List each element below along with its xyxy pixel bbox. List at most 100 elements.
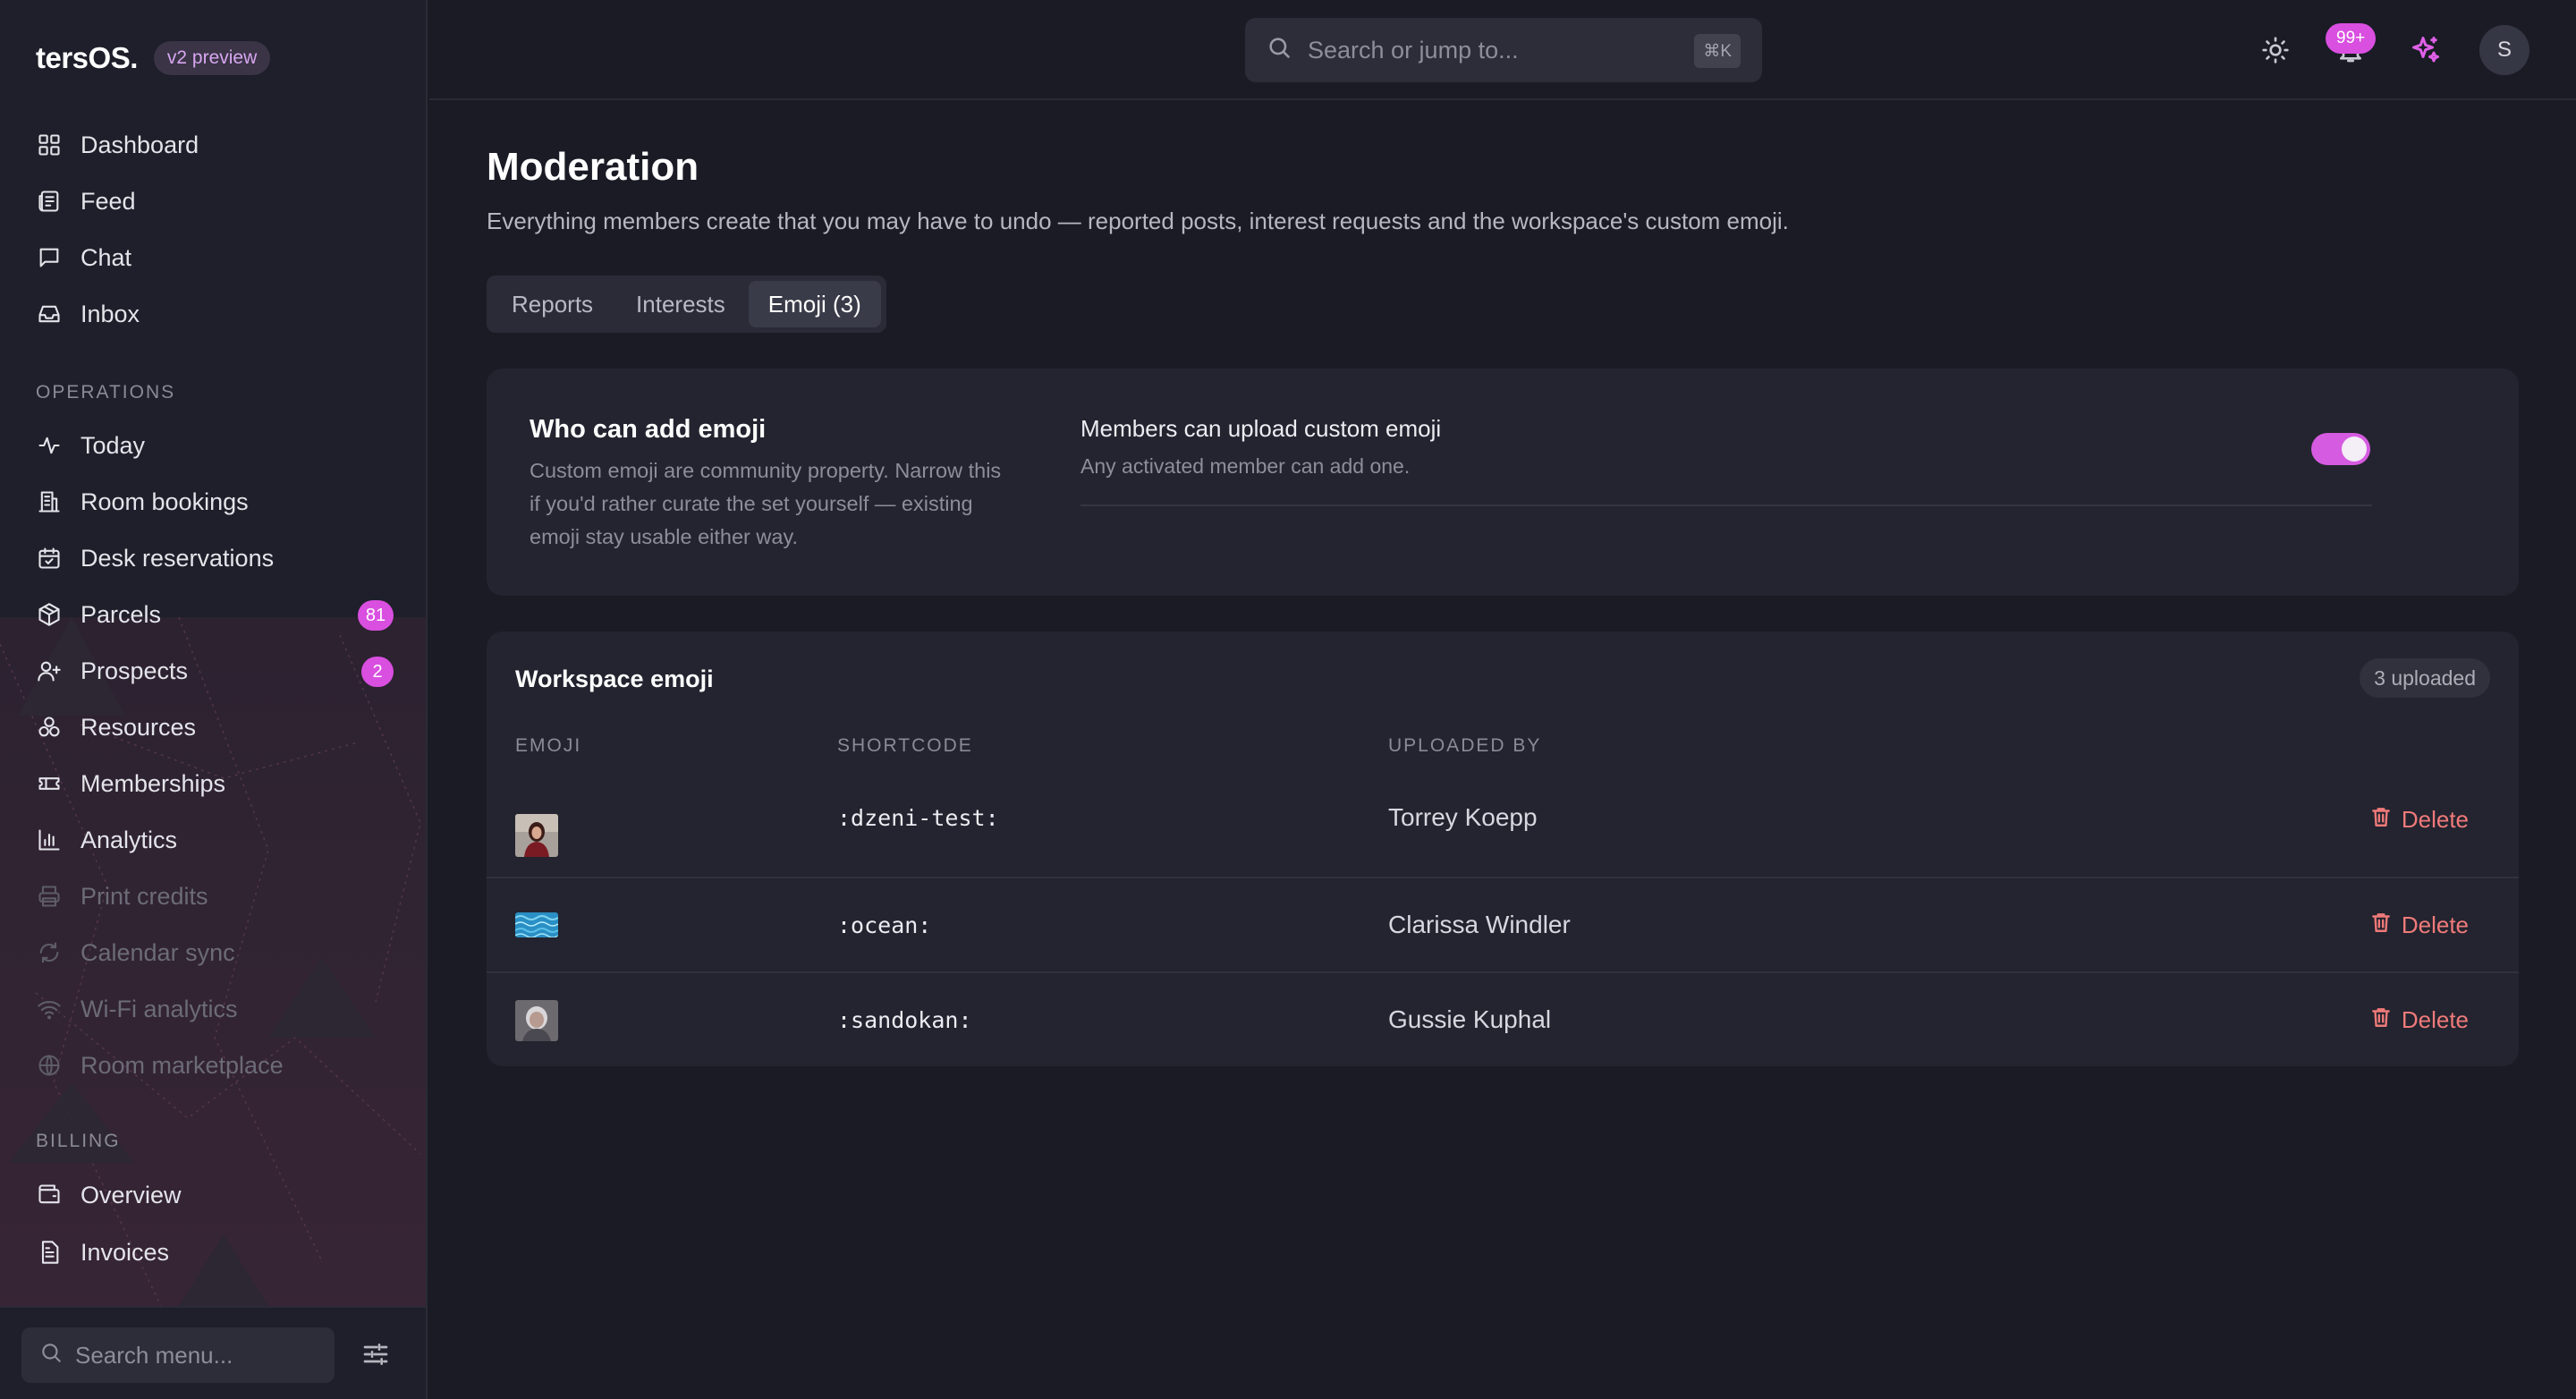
delete-label: Delete (2401, 1006, 2469, 1033)
column-header-emoji: EMOJI (515, 735, 582, 756)
theme-toggle-sun-icon[interactable] (2252, 27, 2299, 73)
sidebar-item-label: Desk reservations (80, 544, 275, 572)
sidebar-item-label: Analytics (80, 826, 178, 853)
setting-title: Who can add emoji (530, 415, 767, 444)
sidebar-item-label: Dashboard (80, 131, 199, 158)
emoji-thumbnail-ocean (515, 912, 558, 937)
sidebar-item-dashboard[interactable]: Dashboard (36, 125, 394, 165)
sidebar-item-overview[interactable]: Overview (36, 1175, 394, 1215)
sidebar-item-label: Inbox (80, 300, 140, 327)
delete-button[interactable]: Delete (2369, 805, 2469, 835)
sidebar-item-label: Print credits (80, 882, 208, 910)
section-label-billing: BILLING (36, 1131, 121, 1151)
sidebar-footer: Search menu... (0, 1306, 426, 1399)
activity-icon (36, 432, 63, 459)
moderation-tabs: Reports Interests Emoji (3) (487, 276, 886, 333)
trash-icon (2369, 911, 2393, 940)
emoji-shortcode: :sandokan: (837, 1007, 972, 1033)
wallet-icon (36, 1182, 63, 1208)
page-subtitle: Everything members create that you may h… (487, 208, 1789, 234)
sidebar-item-print-credits[interactable]: Print credits (36, 877, 394, 916)
sidebar-item-parcels[interactable]: Parcels 81 (36, 595, 394, 634)
setting-description: Custom emoji are community property. Nar… (530, 459, 1002, 548)
toggle-knob (2342, 437, 2367, 462)
global-search-placeholder: Search or jump to... (1308, 36, 1519, 64)
brand[interactable]: tersOS. v2 preview (36, 36, 271, 81)
resources-icon (36, 714, 63, 741)
menu-search-input[interactable]: Search menu... (21, 1327, 335, 1383)
sidebar-item-label: Memberships (80, 769, 226, 797)
keyboard-shortcut-hint: ⌘K (1694, 34, 1741, 68)
notification-count-badge: 99+ (2326, 23, 2377, 54)
document-icon (36, 1239, 63, 1266)
sidebar-item-label: Overview (80, 1181, 182, 1208)
prospects-count-badge: 2 (361, 657, 394, 687)
sidebar-item-calendar-sync[interactable]: Calendar sync (36, 933, 394, 972)
sidebar-item-desk-reservations[interactable]: Desk reservations (36, 538, 394, 578)
table-row: :dzeni-test: Torrey Koepp Delete (487, 782, 2519, 877)
sidebar-item-memberships[interactable]: Memberships (36, 764, 394, 803)
sparkles-icon[interactable] (2402, 27, 2449, 73)
sidebar-item-label: Room marketplace (80, 1051, 284, 1079)
trash-icon (2369, 1005, 2393, 1035)
global-search-input[interactable]: Search or jump to... ⌘K (1245, 18, 1762, 82)
brand-name: tersOS. (36, 41, 138, 74)
sidebar-item-label: Room bookings (80, 488, 249, 515)
version-badge: v2 preview (153, 41, 271, 75)
delete-button[interactable]: Delete (2369, 1005, 2469, 1035)
sidebar-item-room-marketplace[interactable]: Room marketplace (36, 1046, 394, 1085)
package-icon (36, 601, 63, 628)
sidebar-item-invoices[interactable]: Invoices (36, 1233, 394, 1272)
sidebar-item-resources[interactable]: Resources (36, 708, 394, 747)
bar-chart-icon (36, 827, 63, 853)
sidebar-item-wifi-analytics[interactable]: Wi-Fi analytics (36, 989, 394, 1029)
table-row: :ocean: Clarissa Windler Delete (487, 877, 2519, 971)
sidebar-item-label: Parcels (80, 600, 162, 628)
trash-icon (2369, 805, 2393, 835)
user-avatar[interactable]: S (2479, 25, 2529, 75)
section-label-operations: OPERATIONS (36, 382, 176, 403)
search-icon (39, 1341, 63, 1370)
uploaded-count-badge: 3 uploaded (2360, 658, 2490, 698)
sidebar-item-analytics[interactable]: Analytics (36, 820, 394, 860)
table-row: :sandokan: Gussie Kuphal Delete (487, 971, 2519, 1066)
tab-reports[interactable]: Reports (492, 281, 613, 327)
printer-icon (36, 883, 63, 910)
ticket-icon (36, 770, 63, 797)
calendar-check-icon (36, 545, 63, 572)
toggle-help-text: Any activated member can add one. (1080, 454, 1411, 478)
emoji-thumbnail-portrait (515, 814, 558, 857)
sidebar: tersOS. v2 preview Dashboard Feed Chat I… (0, 0, 428, 1399)
sidebar-item-prospects[interactable]: Prospects 2 (36, 651, 394, 691)
delete-button[interactable]: Delete (2369, 911, 2469, 940)
chat-bubble-icon (36, 244, 63, 271)
sidebar-item-inbox[interactable]: Inbox (36, 294, 394, 334)
column-header-shortcode: SHORTCODE (837, 735, 973, 756)
section-title: Workspace emoji (515, 666, 714, 692)
sidebar-item-feed[interactable]: Feed (36, 182, 394, 221)
grid-icon (36, 131, 63, 158)
sidebar-item-label: Chat (80, 243, 132, 271)
user-plus-icon (36, 657, 63, 684)
divider (1080, 504, 2372, 506)
sidebar-item-label: Prospects (80, 657, 189, 684)
sidebar-item-today[interactable]: Today (36, 426, 394, 465)
tab-interests[interactable]: Interests (616, 281, 745, 327)
building-icon (36, 488, 63, 515)
sidebar-item-room-bookings[interactable]: Room bookings (36, 482, 394, 521)
sidebar-item-chat[interactable]: Chat (36, 238, 394, 277)
sidebar-item-label: Feed (80, 187, 136, 215)
emoji-thumbnail-portrait (515, 1000, 558, 1041)
tab-emoji[interactable]: Emoji (3) (748, 281, 881, 327)
sidebar-item-label: Invoices (80, 1238, 170, 1266)
sliders-icon[interactable] (361, 1340, 394, 1372)
emoji-uploader: Torrey Koepp (1388, 803, 1538, 831)
emoji-shortcode: :dzeni-test: (837, 805, 999, 831)
inbox-icon (36, 301, 63, 327)
sidebar-item-label: Wi-Fi analytics (80, 995, 238, 1022)
wifi-icon (36, 996, 63, 1022)
emoji-shortcode: :ocean: (837, 912, 932, 938)
emoji-uploader: Clarissa Windler (1388, 911, 1571, 938)
sidebar-item-label: Calendar sync (80, 938, 235, 966)
members-upload-emoji-toggle[interactable] (2311, 433, 2370, 465)
